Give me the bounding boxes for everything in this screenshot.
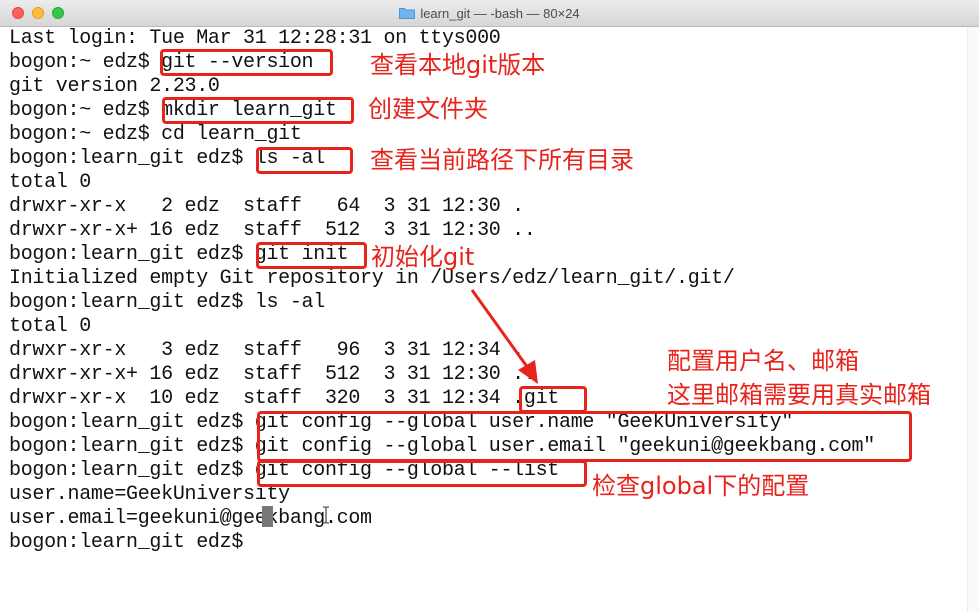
note-git-init: 初始化git xyxy=(371,243,475,271)
terminal-window: learn_git — -bash — 80×24 Last login: Tu… xyxy=(0,0,979,612)
note-mkdir: 创建文件夹 xyxy=(368,95,488,123)
note-config-title: 配置用户名、邮箱 xyxy=(667,347,859,375)
note-config-email: 这里邮箱需要用真实邮箱 xyxy=(667,381,931,409)
note-config-list: 检查global下的配置 xyxy=(592,472,810,500)
note-git-version: 查看本地git版本 xyxy=(370,51,546,79)
note-ls: 查看当前路径下所有目录 xyxy=(370,146,634,174)
arrow-icon xyxy=(470,289,538,384)
